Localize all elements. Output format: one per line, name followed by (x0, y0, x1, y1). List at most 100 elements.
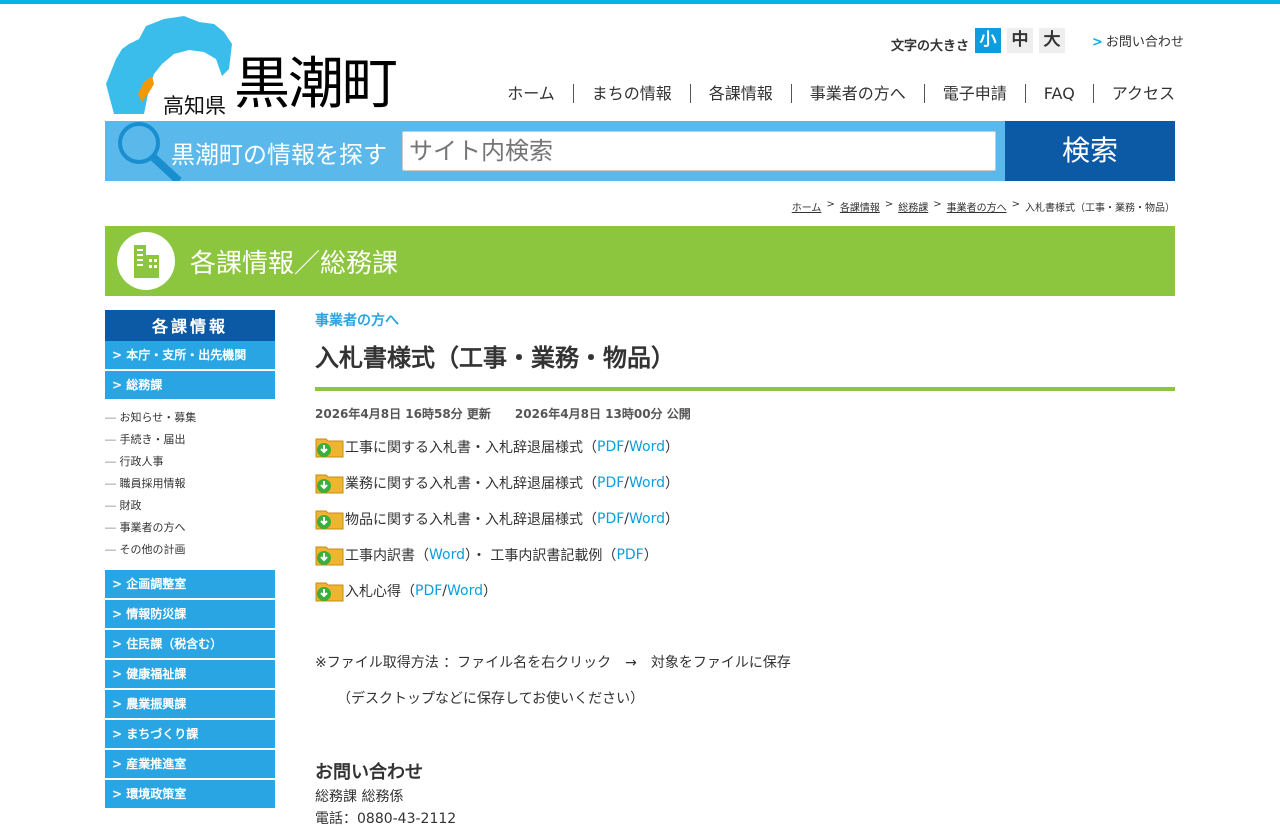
breadcrumb-general-affairs[interactable]: 総務課 (898, 199, 928, 214)
sidebar-subitem[interactable]: その他の計画 (105, 539, 275, 561)
sidebar-heading: 各課情報 (105, 310, 275, 341)
nav-departments[interactable]: 各課情報 (689, 84, 791, 103)
download-folder-icon (315, 546, 344, 566)
download-folder-icon (315, 582, 344, 602)
chevron-right-icon: > (1092, 35, 1103, 50)
dates: 2026年4月8日 16時58分 更新 2026年4月8日 13時00分 公開 (315, 405, 1175, 422)
sidebar-item-label: 情報防災課 (126, 607, 187, 621)
sidebar-item[interactable]: > まちづくり課 (105, 720, 275, 749)
contact-link[interactable]: > お問い合わせ (1092, 31, 1184, 50)
font-size-label: 文字の大きさ (891, 39, 970, 54)
download-link[interactable]: PDF (597, 511, 624, 527)
contact-link-label: お問い合わせ (1105, 35, 1184, 50)
sidebar-item-label: 住民課（税含む） (126, 637, 223, 651)
download-folder-icon (315, 510, 344, 530)
sidebar-item-label: 本庁・支所・出先機関 (126, 348, 247, 362)
sidebar: 各課情報 > 本庁・支所・出先機関 > 総務課 お知らせ・募集 手続き・届出 行… (105, 310, 275, 810)
sidebar-item-label: 健康福祉課 (126, 667, 187, 681)
nav-e-application[interactable]: 電子申請 (923, 84, 1025, 103)
building-icon (117, 232, 175, 290)
download-item: 工事に関する入札書・入札辞退届様式（ PDF / Word） (315, 436, 1175, 458)
download-item: 工事内訳書（ Word ）・ 工事内訳書記載例（ PDF） (315, 544, 1175, 566)
breadcrumb-separator: > (1011, 199, 1020, 210)
sidebar-subitem[interactable]: 財政 (105, 495, 275, 517)
sidebar-item[interactable]: > 住民課（税含む） (105, 630, 275, 659)
contact-phone: 電話：0880-43-2112 (315, 811, 457, 827)
download-end: ） (664, 512, 679, 528)
sidebar-item[interactable]: > 情報防災課 (105, 600, 275, 629)
download-note: ※ファイル取得方法 ：ファイル名を右クリック → 対象をファイルに保存 (315, 655, 791, 671)
page-title: 入札書様式（工事・業務・物品） (315, 338, 1175, 391)
download-link[interactable]: Word (429, 547, 465, 563)
sidebar-item[interactable]: > 産業推進室 (105, 750, 275, 779)
sidebar-item-label: 農業振興課 (126, 697, 187, 711)
download-end: ） (482, 584, 497, 600)
banner-title: 各課情報／総務課 (190, 249, 399, 279)
nav-faq[interactable]: FAQ (1024, 84, 1093, 103)
download-text: 工事に関する入札書・入札辞退届様式（ (345, 440, 597, 456)
download-link[interactable]: PDF (415, 583, 442, 599)
breadcrumb-separator: > (826, 199, 835, 210)
sidebar-subitem[interactable]: 事業者の方へ (105, 517, 275, 539)
sidebar-item[interactable]: > 農業振興課 (105, 690, 275, 719)
breadcrumb: ホーム > 各課情報 > 総務課 > 事業者の方へ > 入札書様式（工事・業務・物品） (792, 199, 1175, 214)
sidebar-item-label: 企画調整室 (126, 577, 187, 591)
download-text: 業務に関する入札書・入札辞退届様式（ (345, 476, 597, 492)
nav-home[interactable]: ホーム (489, 84, 573, 103)
download-link[interactable]: PDF (597, 475, 624, 491)
download-link[interactable]: Word (629, 511, 665, 527)
download-end: ） (664, 440, 679, 456)
download-link[interactable]: PDF (597, 439, 624, 455)
sidebar-subitem[interactable]: お知らせ・募集 (105, 407, 275, 429)
sidebar-item-label: 環境政策室 (126, 787, 187, 801)
download-item: 業務に関する入札書・入札辞退届様式（ PDF / Word） (315, 472, 1175, 494)
sidebar-item-label: 産業推進室 (126, 757, 187, 771)
download-note-sub: （デスクトップなどに保存してお使いください） (337, 691, 645, 707)
download-link[interactable]: Word (629, 475, 665, 491)
search-bar: 黒潮町の情報を探す 検索 (105, 121, 1175, 181)
breadcrumb-business[interactable]: 事業者の方へ (947, 199, 1007, 214)
font-size-small-button[interactable]: 小 (975, 28, 1001, 53)
published-date: 2026年4月8日 13時00分 公開 (514, 407, 691, 421)
download-separator: ）・ 工事内訳書記載例（ (464, 548, 617, 564)
download-item: 物品に関する入札書・入札辞退届様式（ PDF / Word） (315, 508, 1175, 530)
download-text: 物品に関する入札書・入札辞退届様式（ (345, 512, 597, 528)
download-end: ） (643, 548, 658, 564)
global-nav: ホーム まちの情報 各課情報 事業者の方へ 電子申請 FAQ アクセス (489, 84, 1175, 103)
font-size-large-button[interactable]: 大 (1039, 28, 1065, 53)
sidebar-subitem[interactable]: 職員採用情報 (105, 473, 275, 495)
sidebar-item-label: まちづくり課 (126, 727, 199, 741)
download-link[interactable]: PDF (616, 547, 643, 563)
sidebar-item-label: 総務課 (126, 378, 163, 392)
sidebar-item[interactable]: > 健康福祉課 (105, 660, 275, 689)
nav-access[interactable]: アクセス (1092, 84, 1175, 103)
breadcrumb-home[interactable]: ホーム (792, 199, 822, 214)
download-link[interactable]: Word (447, 583, 483, 599)
font-size-medium-button[interactable]: 中 (1007, 28, 1033, 53)
download-text: 入札心得（ (345, 584, 415, 600)
breadcrumb-departments[interactable]: 各課情報 (840, 199, 880, 214)
search-input[interactable] (402, 131, 996, 171)
sidebar-subitem[interactable]: 手続き・届出 (105, 429, 275, 451)
download-item: 入札心得（ PDF / Word） (315, 580, 1175, 602)
search-button[interactable]: 検索 (1005, 121, 1175, 181)
sidebar-item[interactable]: > 環境政策室 (105, 780, 275, 809)
breadcrumb-separator: > (933, 199, 942, 210)
download-end: ） (664, 476, 679, 492)
category-label[interactable]: 事業者の方へ (315, 310, 1175, 330)
logo-prefecture: 高知県 (163, 94, 226, 118)
download-link[interactable]: Word (629, 439, 665, 455)
logo-town-name[interactable]: 黒潮町 (234, 54, 398, 116)
search-label: 黒潮町の情報を探す (171, 141, 387, 169)
nav-town-info[interactable]: まちの情報 (572, 84, 690, 103)
download-text: 工事内訳書（ (345, 548, 429, 564)
breadcrumb-separator: > (884, 199, 894, 210)
sidebar-subitem[interactable]: 行政人事 (105, 451, 275, 473)
contact-department: 総務課 総務係 (315, 789, 404, 805)
updated-date: 2026年4月8日 16時58分 更新 (315, 407, 491, 421)
sidebar-item-offices[interactable]: > 本庁・支所・出先機関 (105, 341, 275, 370)
nav-business[interactable]: 事業者の方へ (790, 84, 924, 103)
sidebar-item-general-affairs[interactable]: > 総務課 (105, 371, 275, 400)
sidebar-item[interactable]: > 企画調整室 (105, 570, 275, 599)
download-folder-icon (315, 474, 344, 494)
